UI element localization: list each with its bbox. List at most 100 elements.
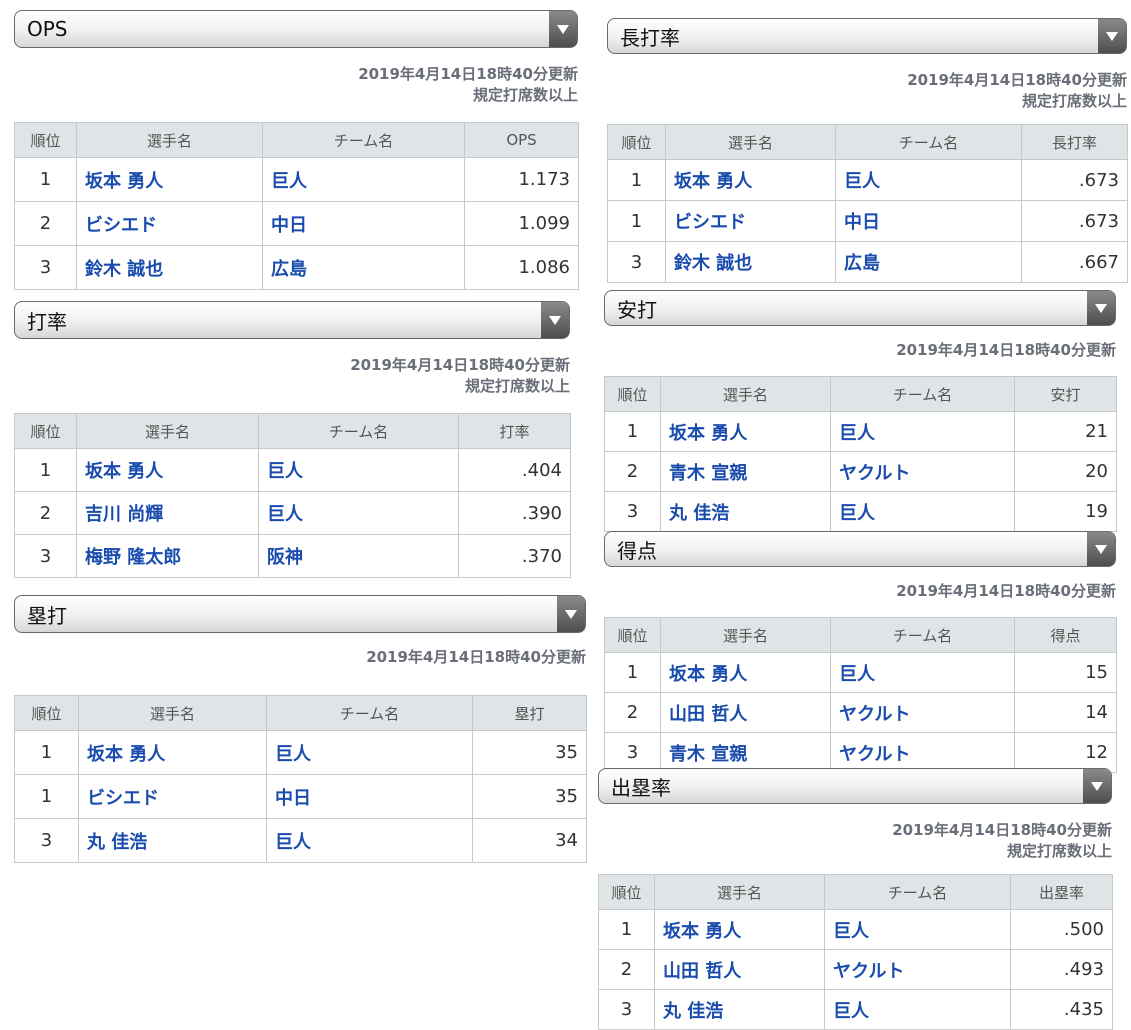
chevron-down-icon[interactable]	[1087, 291, 1115, 325]
player-link[interactable]: 坂本 勇人	[76, 448, 259, 492]
rank-cell: 2	[604, 451, 661, 492]
team-link[interactable]: ヤクルト	[830, 692, 1015, 733]
team-link[interactable]: 巨人	[830, 491, 1015, 532]
update-info: 2019年4月14日18時40分更新 規定打席数以上	[607, 70, 1127, 114]
team-link[interactable]: 巨人	[830, 411, 1015, 452]
rank-cell: 3	[607, 241, 666, 283]
player-link[interactable]: ビシエド	[665, 200, 836, 242]
rank-cell: 1	[604, 411, 661, 452]
player-link[interactable]: 坂本 勇人	[660, 652, 831, 693]
ranking-table: 順位 選手名 チーム名 塁打 1 坂本 勇人 巨人 35 1 ビシエド 中日 35 3 丸 佳浩 巨人 34	[14, 695, 587, 863]
team-link[interactable]: 中日	[262, 201, 465, 246]
table-row: 3 鈴木 誠也 広島 .667	[607, 241, 1128, 283]
updated-timestamp: 2019年4月14日18時40分更新	[896, 582, 1116, 600]
updated-timestamp: 2019年4月14日18時40分更新	[366, 648, 586, 666]
header-rank: 順位	[14, 695, 79, 731]
chevron-down-icon[interactable]	[557, 596, 585, 632]
table-header-row: 順位 選手名 チーム名 長打率	[607, 124, 1128, 160]
category-select-ops[interactable]: OPS	[14, 10, 578, 48]
player-link[interactable]: 坂本 勇人	[654, 909, 825, 950]
stat-value: 35	[472, 774, 587, 819]
team-link[interactable]: 巨人	[266, 730, 473, 775]
chevron-down-icon[interactable]	[1087, 532, 1115, 566]
header-rank: 順位	[598, 874, 655, 910]
stat-value: 14	[1014, 692, 1117, 733]
player-link[interactable]: 山田 哲人	[660, 692, 831, 733]
table-row: 3丸 佳浩 巨人 19	[604, 491, 1117, 532]
team-link[interactable]: 巨人	[258, 448, 459, 492]
stat-value: .673	[1021, 200, 1128, 242]
team-link[interactable]: 広島	[835, 241, 1022, 283]
category-select-label: 出塁率	[611, 775, 671, 800]
team-link[interactable]: 巨人	[835, 159, 1022, 201]
team-link[interactable]: 中日	[266, 774, 473, 819]
category-select-slg[interactable]: 長打率	[607, 18, 1127, 54]
chevron-down-icon[interactable]	[541, 302, 569, 338]
player-link[interactable]: 坂本 勇人	[665, 159, 836, 201]
team-link[interactable]: 中日	[835, 200, 1022, 242]
category-select-hr[interactable]: 塁打	[14, 595, 586, 633]
player-link[interactable]: 坂本 勇人	[660, 411, 831, 452]
qualifier-note: 規定打席数以上	[472, 86, 578, 104]
player-link[interactable]: 青木 宣親	[660, 732, 831, 773]
table-row: 2 山田 哲人 ヤクルト 14	[604, 692, 1117, 733]
stat-value: 1.099	[464, 201, 579, 246]
table-row: 1 坂本 勇人 巨人 15	[604, 652, 1117, 693]
stat-value: 34	[472, 818, 587, 863]
team-link[interactable]: ヤクルト	[830, 451, 1015, 492]
player-link[interactable]: 丸 佳浩	[78, 818, 267, 863]
table-row: 2 吉川 尚輝 巨人 .390	[14, 491, 571, 535]
team-link[interactable]: 巨人	[824, 909, 1011, 950]
stat-value: .404	[458, 448, 571, 492]
header-stat: 出塁率	[1010, 874, 1113, 910]
header-rank: 順位	[607, 124, 666, 160]
player-link[interactable]: 梅野 隆太郎	[76, 534, 259, 578]
category-select-avg[interactable]: 打率	[14, 301, 570, 339]
category-select-runs[interactable]: 得点	[604, 531, 1116, 567]
team-link[interactable]: 巨人	[258, 491, 459, 535]
category-select-obp[interactable]: 出塁率	[598, 768, 1112, 804]
team-link[interactable]: 阪神	[258, 534, 459, 578]
header-team: チーム名	[830, 617, 1015, 653]
stat-value: .370	[458, 534, 571, 578]
category-select-hits[interactable]: 安打	[604, 290, 1116, 326]
rank-cell: 3	[604, 491, 661, 532]
rank-cell: 1	[14, 774, 79, 819]
stat-value: .673	[1021, 159, 1128, 201]
updated-timestamp: 2019年4月14日18時40分更新	[892, 821, 1112, 839]
player-link[interactable]: ビシエド	[78, 774, 267, 819]
team-link[interactable]: ヤクルト	[830, 732, 1015, 773]
player-link[interactable]: 青木 宣親	[660, 451, 831, 492]
team-link[interactable]: 広島	[262, 245, 465, 290]
player-link[interactable]: 坂本 勇人	[78, 730, 267, 775]
header-rank: 順位	[604, 376, 661, 412]
team-link[interactable]: 巨人	[830, 652, 1015, 693]
player-link[interactable]: 鈴木 誠也	[76, 245, 263, 290]
table-row: 1 坂本 勇人 巨人 35	[14, 730, 587, 775]
player-link[interactable]: 鈴木 誠也	[665, 241, 836, 283]
table-header-row: 順位 選手名 チーム名 塁打	[14, 695, 587, 731]
player-link[interactable]: ビシエド	[76, 201, 263, 246]
player-link[interactable]: 山田 哲人	[654, 949, 825, 990]
chevron-down-icon[interactable]	[549, 11, 577, 47]
rank-cell: 1	[14, 448, 77, 492]
header-stat: 長打率	[1021, 124, 1128, 160]
table-row: 3 青木 宣親 ヤクルト 12	[604, 732, 1117, 773]
ranking-table: 順位 選手名 チーム名 OPS 1 坂本 勇人 巨人 1.173 2 ビシエド 中日 1.099 3 鈴木…	[14, 122, 579, 290]
chevron-down-icon[interactable]	[1083, 769, 1111, 803]
stat-value: 1.086	[464, 245, 579, 290]
player-link[interactable]: 丸 佳浩	[660, 491, 831, 532]
stat-value: 21	[1014, 411, 1117, 452]
team-link[interactable]: ヤクルト	[824, 949, 1011, 990]
header-stat: 得点	[1014, 617, 1117, 653]
player-link[interactable]: 吉川 尚輝	[76, 491, 259, 535]
header-player: 選手名	[665, 124, 836, 160]
chevron-down-icon[interactable]	[1098, 19, 1126, 53]
qualifier-note: 規定打席数以上	[1006, 842, 1112, 860]
player-link[interactable]: 坂本 勇人	[76, 157, 263, 202]
header-stat: OPS	[464, 122, 579, 158]
team-link[interactable]: 巨人	[262, 157, 465, 202]
stat-value: 15	[1014, 652, 1117, 693]
team-link[interactable]: 巨人	[266, 818, 473, 863]
ranking-table: 順位 選手名 チーム名 長打率 1 坂本 勇人 巨人 .673 1 ビシエド 中日 .673 3 鈴木 誠…	[607, 124, 1128, 283]
